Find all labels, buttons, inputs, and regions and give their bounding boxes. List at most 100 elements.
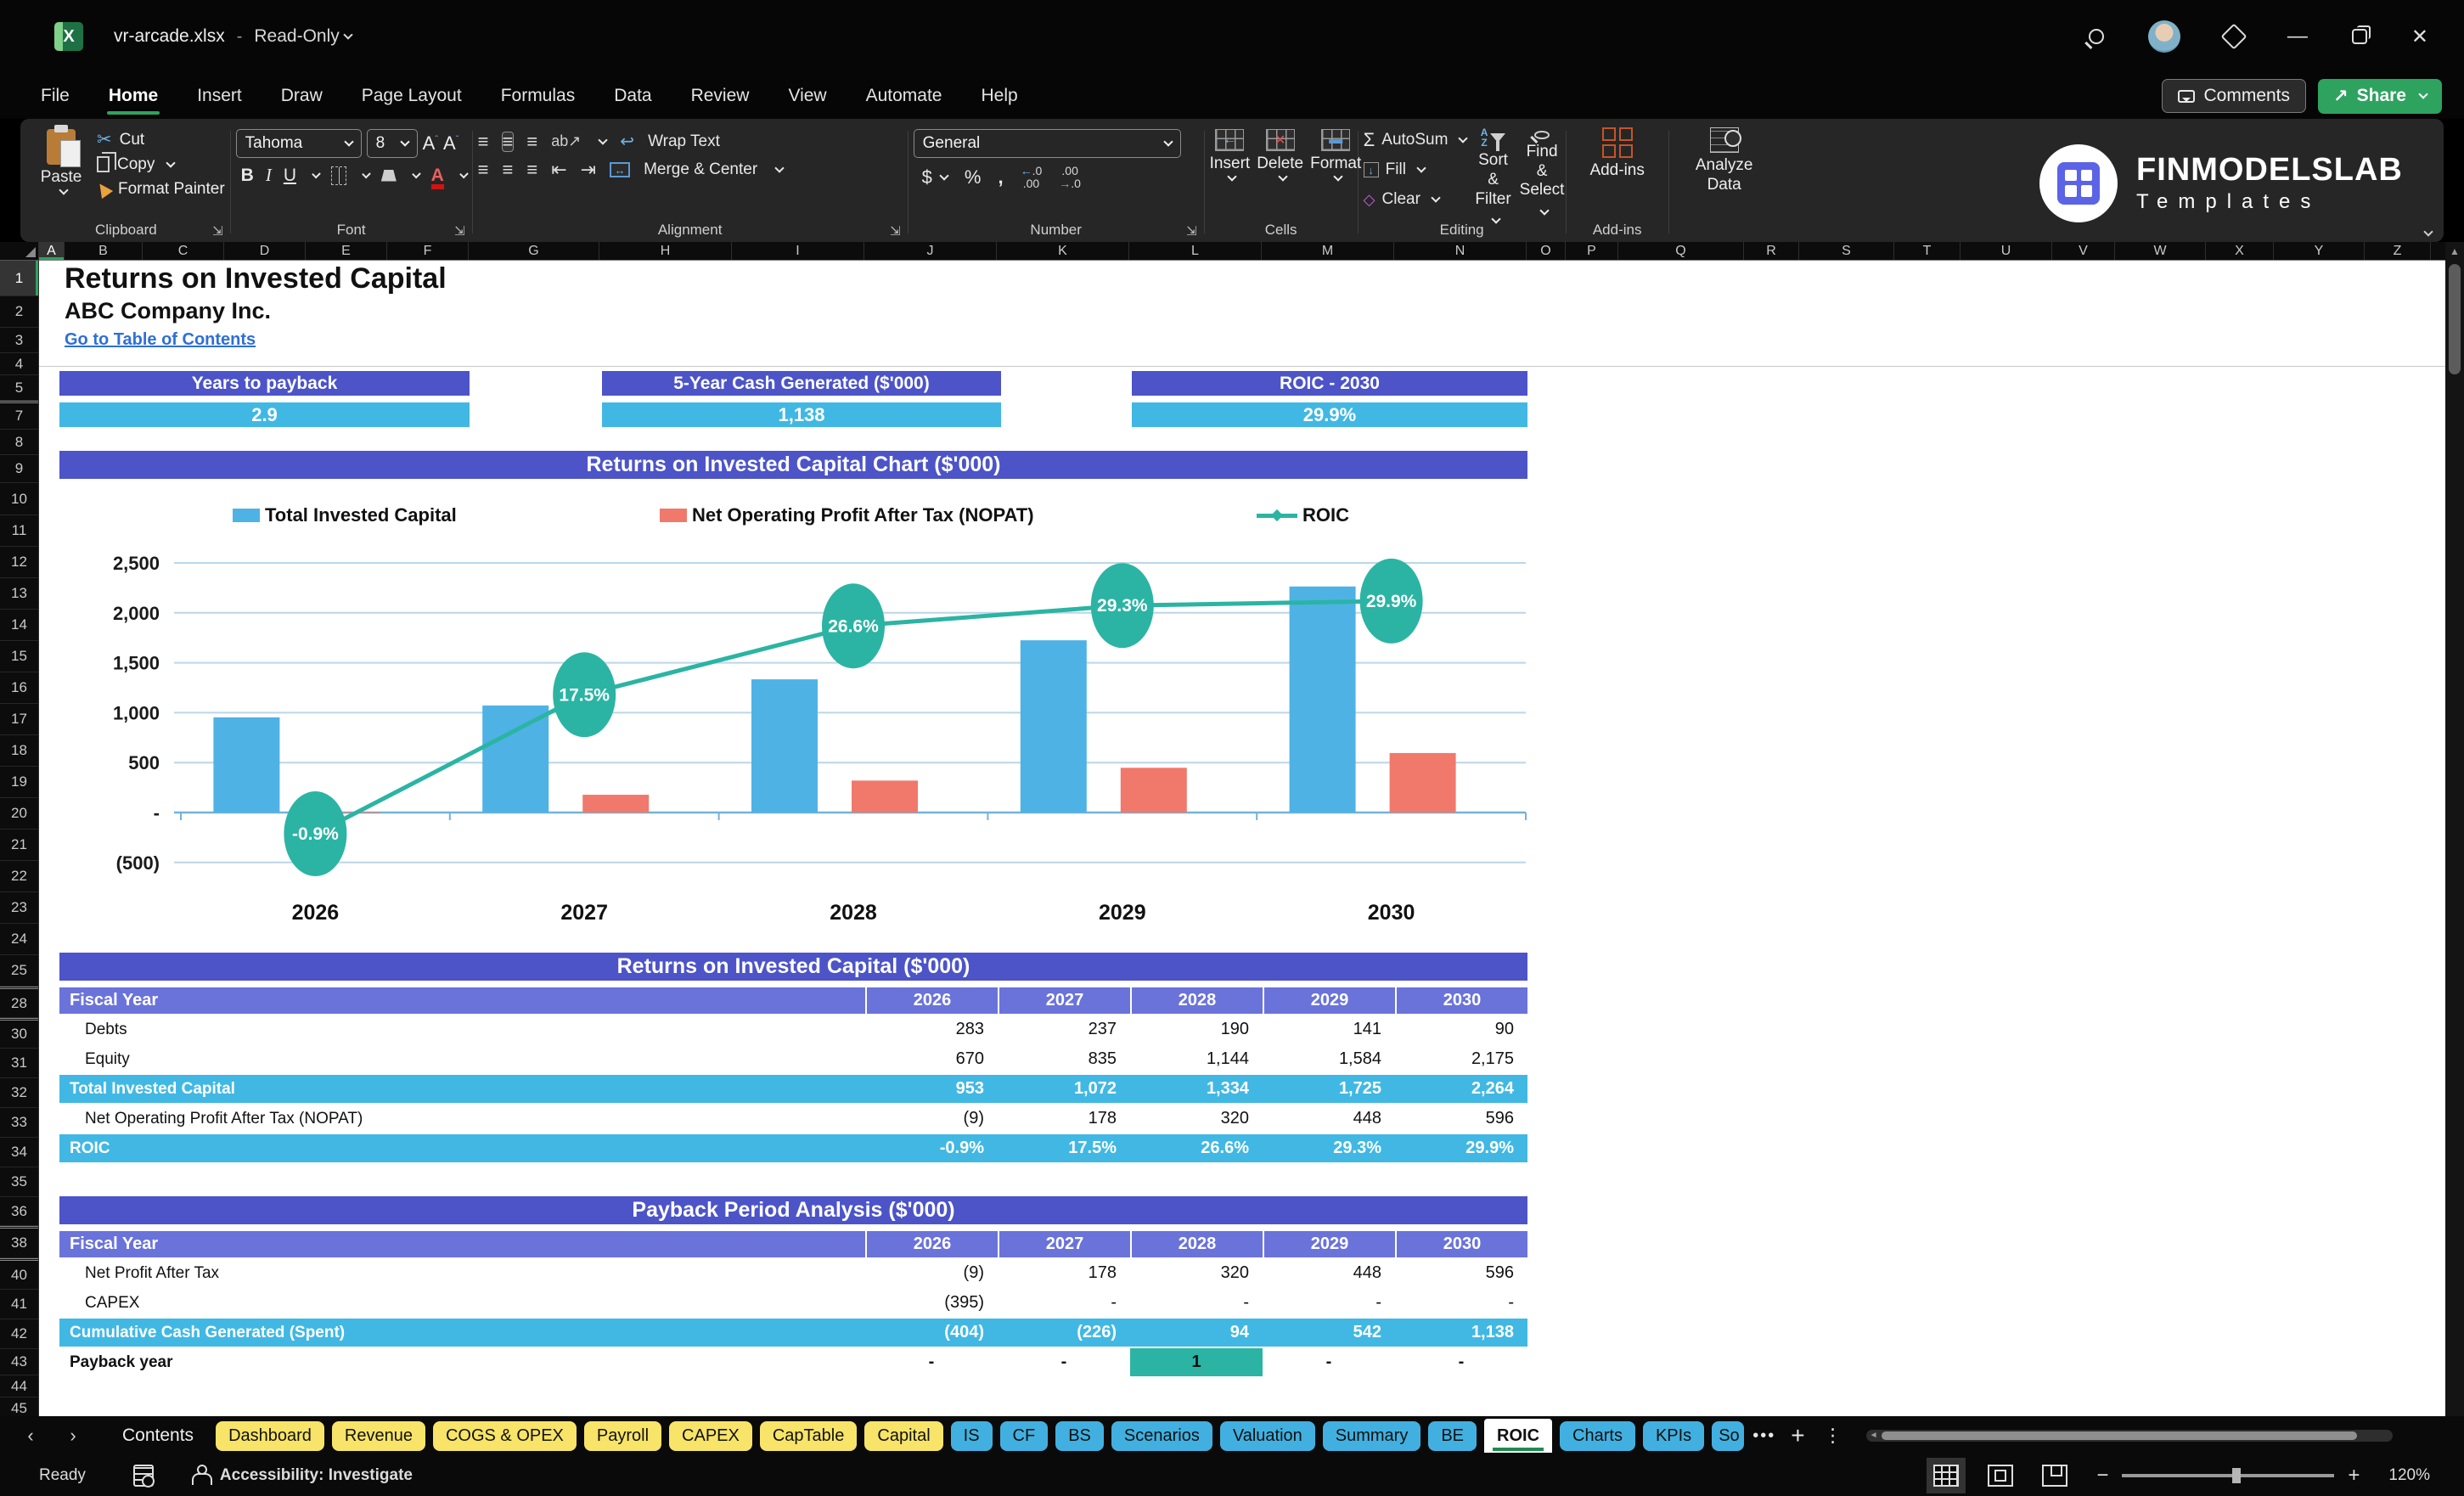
sheet-tab-valuation[interactable]: Valuation <box>1219 1420 1315 1451</box>
ribbon-tab-review[interactable]: Review <box>676 79 765 113</box>
cell-net-operating-profit-after-tax-nopat-2030[interactable]: 596 <box>1395 1105 1527 1133</box>
column-header-V[interactable]: V <box>2052 242 2115 260</box>
wrap-text-button[interactable]: Wrap Text <box>648 132 720 151</box>
clear-button[interactable]: ◇ Clear <box>1364 187 1467 212</box>
ribbon-tab-draw[interactable]: Draw <box>266 79 338 113</box>
sheet-tab-summary[interactable]: Summary <box>1322 1420 1421 1451</box>
row-header-41[interactable]: 41 <box>0 1290 38 1319</box>
close-button[interactable]: ✕ <box>2411 25 2428 49</box>
row-header-3[interactable]: 3 <box>0 328 38 353</box>
row-header-9[interactable]: 9 <box>0 455 38 483</box>
macro-record-icon[interactable] <box>132 1465 155 1488</box>
cell-net-profit-after-tax-2028[interactable]: 320 <box>1130 1259 1263 1287</box>
row-header-1[interactable]: 1 <box>0 261 38 296</box>
more-sheets-button[interactable]: ••• <box>1752 1426 1775 1446</box>
row-header-5[interactable]: 5 <box>0 375 38 401</box>
cell-debts-2027[interactable]: 237 <box>998 1015 1130 1043</box>
column-header-G[interactable]: G <box>469 242 599 260</box>
sheet-tab-cf[interactable]: CF <box>999 1420 1049 1451</box>
cell-capex-2028[interactable]: - <box>1130 1289 1263 1317</box>
sheet-tab-kpis[interactable]: KPIs <box>1642 1420 1705 1451</box>
increase-indent-icon[interactable]: ⇥ <box>581 160 596 179</box>
row-header-32[interactable]: 32 <box>0 1078 38 1108</box>
cell-debts-2026[interactable]: 283 <box>865 1015 998 1043</box>
cell-cumulative-cash-generated-spent-2029[interactable]: 542 <box>1263 1319 1395 1347</box>
scroll-up-icon[interactable]: ▲ <box>2445 242 2464 257</box>
zoom-in-button[interactable]: + <box>2348 1464 2360 1488</box>
row-header-18[interactable]: 18 <box>0 735 38 767</box>
horizontal-scrollbar[interactable]: ◄ <box>1865 1430 2393 1442</box>
row-header-28[interactable]: 28 <box>0 987 38 1018</box>
cell-total-invested-capital-2030[interactable]: 2,264 <box>1395 1075 1527 1103</box>
cell-capex-2026[interactable]: (395) <box>865 1289 998 1317</box>
column-header-Q[interactable]: Q <box>1618 242 1744 260</box>
cell-net-profit-after-tax-2026[interactable]: (9) <box>865 1259 998 1287</box>
number-format-select[interactable]: General <box>913 129 1181 158</box>
cell-equity-2027[interactable]: 835 <box>998 1045 1130 1073</box>
zoom-out-button[interactable]: − <box>2096 1464 2108 1488</box>
sheet-tab-cogs-opex[interactable]: COGS & OPEX <box>432 1420 577 1451</box>
column-header-B[interactable]: B <box>65 242 143 260</box>
sort-filter-button[interactable]: AZ Sort & Filter <box>1475 127 1511 225</box>
page-break-view-button[interactable] <box>2042 1465 2068 1487</box>
font-size-select[interactable]: 8 <box>366 129 418 158</box>
number-dialog-launcher[interactable]: ⇲ <box>1186 223 1197 239</box>
search-icon[interactable] <box>2088 29 2104 44</box>
column-header-U[interactable]: U <box>1961 242 2052 260</box>
cell-capex-2027[interactable]: - <box>998 1289 1130 1317</box>
column-header-X[interactable]: X <box>2206 242 2274 260</box>
paste-button[interactable]: Paste <box>34 124 88 220</box>
column-header-R[interactable]: R <box>1744 242 1799 260</box>
column-header-C[interactable]: C <box>143 242 224 260</box>
cell-total-invested-capital-2027[interactable]: 1,072 <box>998 1075 1130 1103</box>
row-header-10[interactable]: 10 <box>0 483 38 515</box>
zoom-level[interactable]: 120% <box>2388 1466 2430 1485</box>
readonly-badge[interactable]: Read-Only <box>254 26 339 47</box>
ribbon-tab-home[interactable]: Home <box>93 79 173 115</box>
currency-button[interactable]: $ <box>922 166 932 188</box>
cell-cumulative-cash-generated-spent-2027[interactable]: (226) <box>998 1319 1130 1347</box>
bold-button[interactable]: B <box>241 166 254 186</box>
row-header-11[interactable]: 11 <box>0 515 38 547</box>
autosum-button[interactable]: Σ AutoSum <box>1364 127 1469 153</box>
column-header-O[interactable]: O <box>1527 242 1566 260</box>
column-header-W[interactable]: W <box>2115 242 2206 260</box>
row-header-33[interactable]: 33 <box>0 1108 38 1138</box>
format-painter-button[interactable]: Format Painter <box>93 177 225 201</box>
cell-total-invested-capital-2026[interactable]: 953 <box>865 1075 998 1103</box>
cut-button[interactable]: ✂ Cut <box>97 127 225 152</box>
row-header-36[interactable]: 36 <box>0 1197 38 1226</box>
row-header-15[interactable]: 15 <box>0 641 38 672</box>
sheet-tab-be[interactable]: BE <box>1428 1420 1477 1451</box>
zoom-slider[interactable] <box>2122 1468 2335 1483</box>
cell-equity-2030[interactable]: 2,175 <box>1395 1045 1527 1073</box>
column-header-F[interactable]: F <box>387 242 469 260</box>
alignment-dialog-launcher[interactable]: ⇲ <box>890 223 901 239</box>
cell-equity-2029[interactable]: 1,584 <box>1263 1045 1395 1073</box>
comma-style-button[interactable]: , <box>998 166 1003 188</box>
align-middle-icon[interactable]: ≡ <box>501 131 515 152</box>
accessibility-checker[interactable]: Accessibility: Investigate <box>191 1465 413 1487</box>
insert-cells-button[interactable]: Insert <box>1210 129 1250 220</box>
cell-capex-2030[interactable]: - <box>1395 1289 1527 1317</box>
select-all-corner[interactable] <box>0 242 39 261</box>
cell-total-invested-capital-2028[interactable]: 1,334 <box>1130 1075 1263 1103</box>
row-header-35[interactable]: 35 <box>0 1167 38 1197</box>
addins-button[interactable]: Add-ins <box>1589 127 1645 220</box>
merge-center-button[interactable]: Merge & Center <box>644 160 757 179</box>
comments-button[interactable]: Comments <box>2162 79 2307 113</box>
orientation-icon[interactable]: ab↗ <box>551 132 581 150</box>
borders-button[interactable] <box>330 166 347 185</box>
row-header-34[interactable]: 34 <box>0 1138 38 1167</box>
sheet-tab-dashboard[interactable]: Dashboard <box>216 1420 324 1451</box>
zoom-slider-thumb[interactable] <box>2232 1468 2242 1483</box>
row-header-40[interactable]: 40 <box>0 1258 38 1290</box>
cell-roic-2027[interactable]: 17.5% <box>998 1134 1130 1162</box>
row-header-23[interactable]: 23 <box>0 892 38 924</box>
align-bottom-icon[interactable]: ≡ <box>526 132 537 151</box>
share-button[interactable]: ↗ Share <box>2318 78 2442 114</box>
ribbon-tab-automate[interactable]: Automate <box>851 79 958 113</box>
sheet-tab-roic[interactable]: ROIC <box>1484 1419 1553 1453</box>
column-header-L[interactable]: L <box>1129 242 1262 260</box>
row-header-7[interactable]: 7 <box>0 401 38 430</box>
